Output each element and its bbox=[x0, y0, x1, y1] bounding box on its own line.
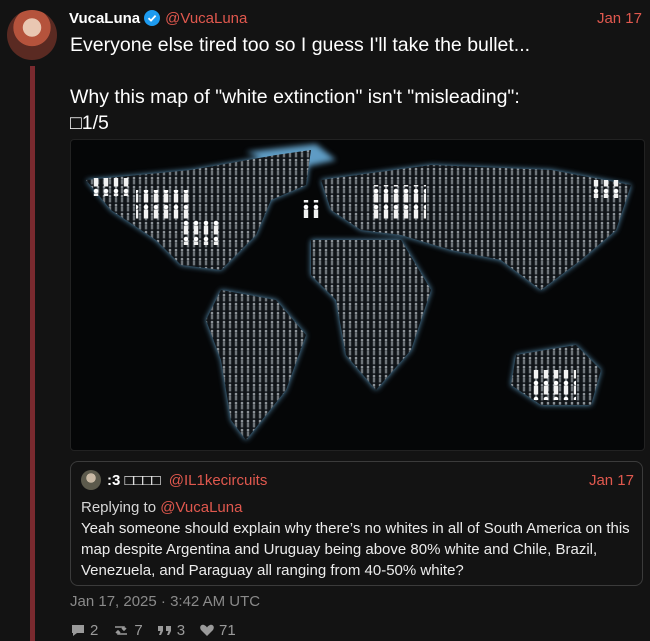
post-date[interactable]: Jan 17 bbox=[597, 10, 642, 27]
quoted-author-display-name[interactable]: :3 □□□□ bbox=[107, 472, 161, 489]
replies-stat[interactable]: 2 bbox=[70, 622, 98, 639]
quotes-stat[interactable]: 3 bbox=[157, 622, 185, 639]
verified-badge-icon bbox=[144, 10, 161, 26]
post-text: Everyone else tired too so I guess I'll … bbox=[70, 34, 531, 134]
author-handle[interactable]: @VucaLuna bbox=[165, 10, 247, 27]
likes-stat[interactable]: 71 bbox=[199, 622, 236, 639]
quoted-post[interactable]: :3 □□□□ @IL1kecircuits Jan 17 Replying t… bbox=[70, 461, 643, 586]
post-timestamp[interactable]: Jan 17, 2025 · 3:42 AM UTC bbox=[70, 593, 260, 610]
replies-count: 2 bbox=[90, 621, 99, 639]
quoted-author-avatar[interactable] bbox=[81, 470, 101, 490]
replying-to-label: Replying to bbox=[81, 499, 157, 516]
quote-icon bbox=[157, 623, 173, 638]
quoted-author-handle[interactable]: @IL1kecircuits bbox=[169, 472, 268, 489]
author-avatar[interactable] bbox=[7, 10, 57, 60]
reposts-stat[interactable]: 7 bbox=[112, 621, 143, 639]
quoted-post-header: :3 □□□□ @IL1kecircuits Jan 17 bbox=[81, 470, 634, 490]
post-image-world-map[interactable] bbox=[70, 139, 645, 451]
post-header: VucaLuna @VucaLuna Jan 17 bbox=[69, 8, 642, 28]
quoted-post-date[interactable]: Jan 17 bbox=[589, 472, 634, 489]
replying-to-line: Replying to @VucaLuna bbox=[81, 499, 242, 516]
post-stats-bar: 2 7 3 71 bbox=[70, 620, 236, 640]
replying-to-handle-link[interactable]: @VucaLuna bbox=[160, 499, 242, 516]
likes-count: 71 bbox=[219, 621, 236, 639]
quotes-count: 3 bbox=[176, 621, 186, 639]
author-display-name[interactable]: VucaLuna bbox=[69, 10, 140, 27]
repost-icon bbox=[112, 623, 130, 638]
world-map-graphic bbox=[86, 144, 631, 440]
reposts-count: 7 bbox=[134, 621, 143, 639]
comment-icon bbox=[70, 623, 86, 638]
quoted-post-text: Yeah someone should explain why there’s … bbox=[81, 520, 630, 579]
thread-line bbox=[30, 66, 35, 641]
heart-icon bbox=[199, 623, 215, 638]
